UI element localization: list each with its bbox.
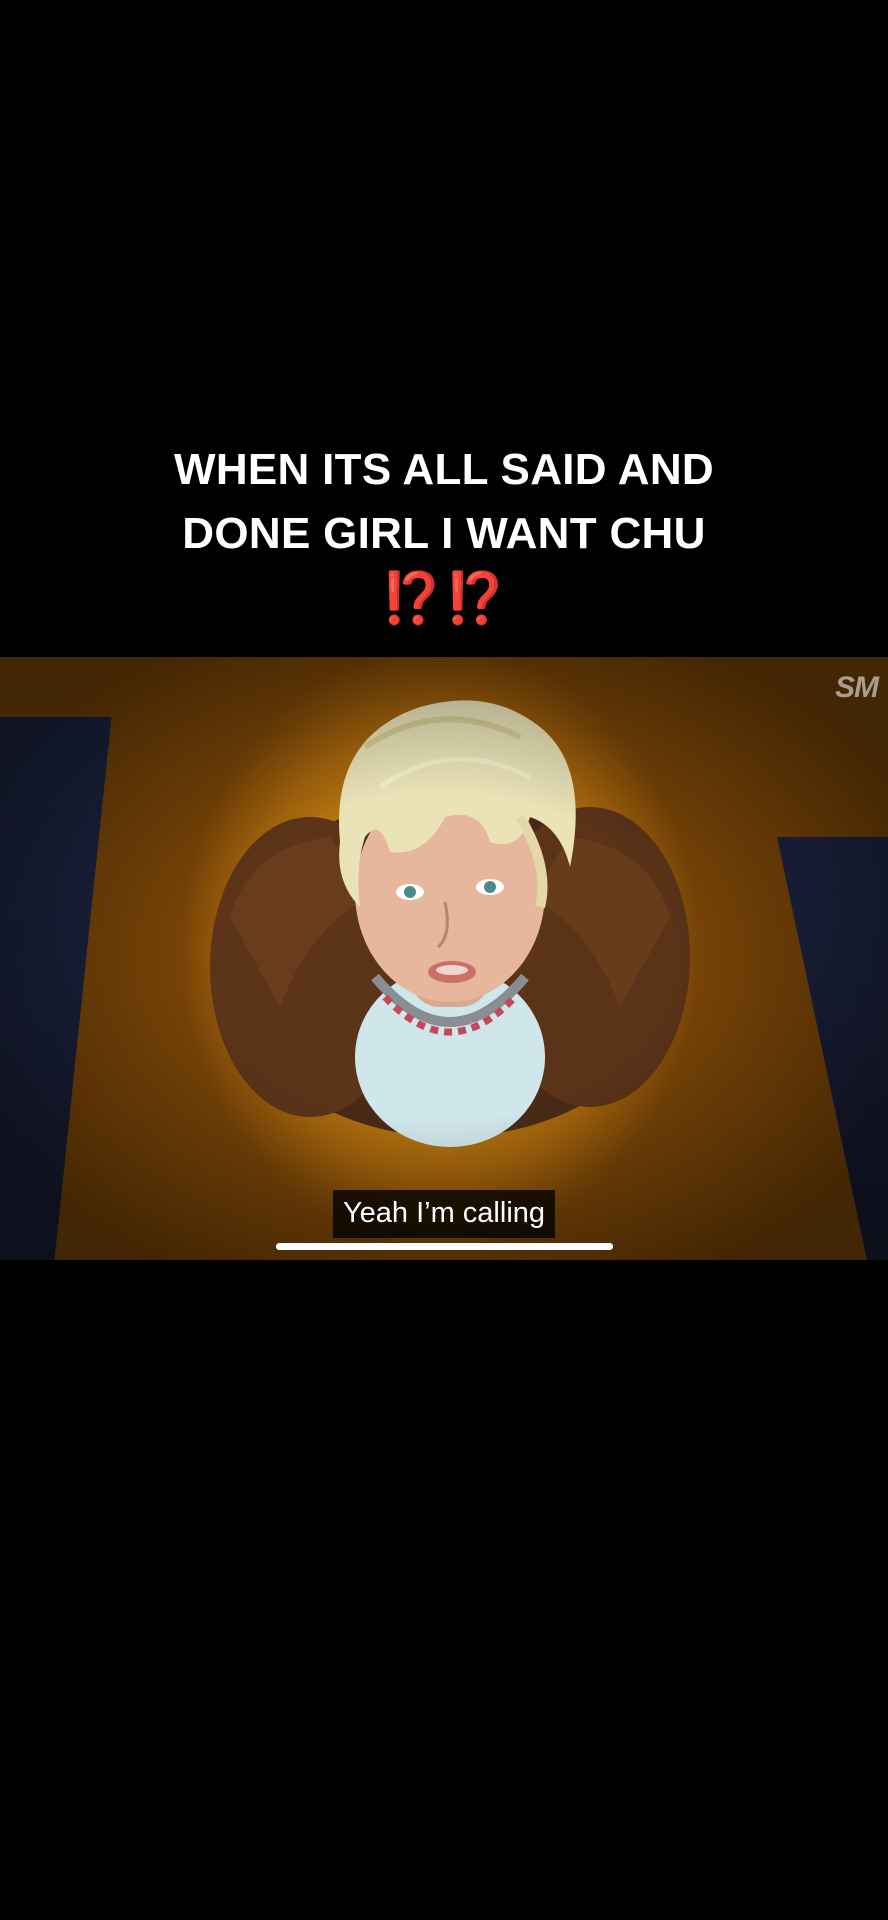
video-vignette — [0, 657, 888, 1260]
video-subtitle: Yeah I’m calling — [332, 1190, 556, 1238]
video-player[interactable]: SM Yeah I’m calling — [0, 657, 888, 1260]
video-progress-fill — [276, 1243, 613, 1250]
caption-line-1: WHEN ITS ALL SAID AND — [174, 445, 714, 494]
video-progress-bar[interactable] — [276, 1243, 613, 1250]
sm-logo-icon: SM — [835, 671, 879, 704]
caption-emoji: ⁉️⁉️ — [380, 570, 508, 626]
post-caption: WHEN ITS ALL SAID AND DONE GIRL I WANT C… — [0, 438, 888, 628]
caption-line-2: DONE GIRL I WANT CHU — [182, 509, 706, 558]
